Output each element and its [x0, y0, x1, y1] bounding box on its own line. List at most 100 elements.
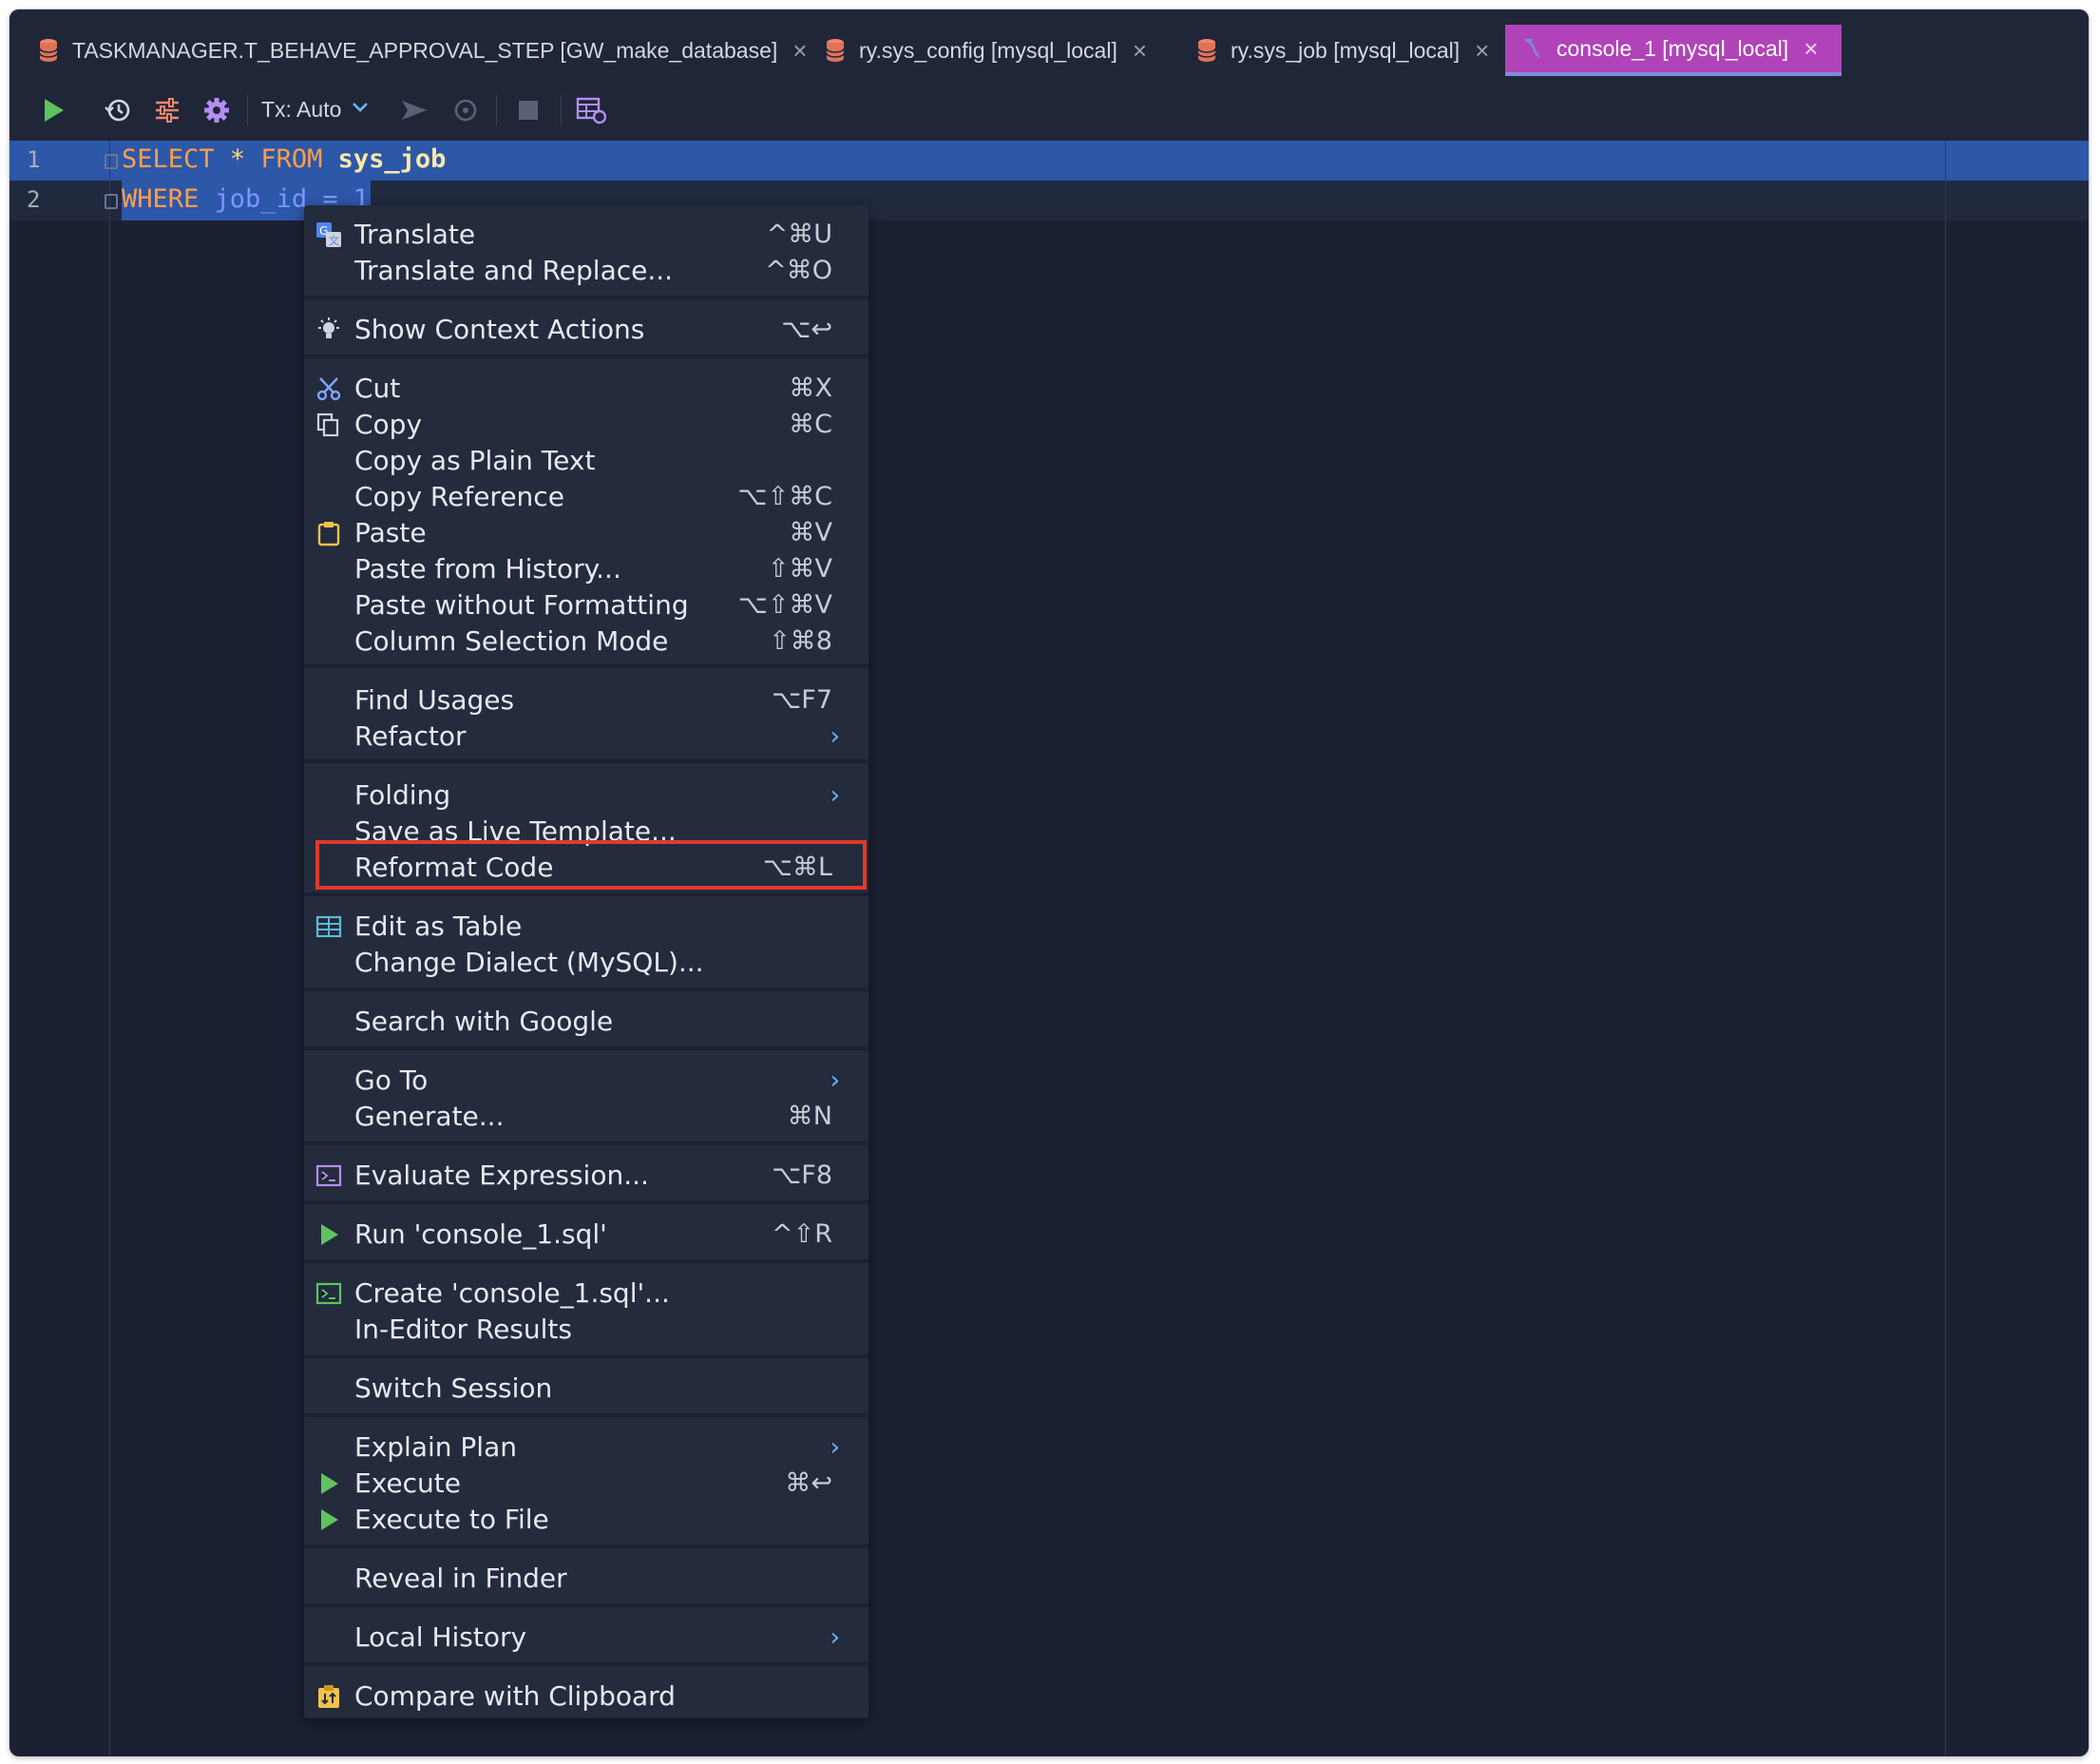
stop-icon — [519, 101, 538, 120]
menu-item-column-selection-mode[interactable]: Column Selection Mode ⇧⌘8 — [304, 623, 869, 660]
menu-item-in-editor-results[interactable]: In-Editor Results — [304, 1312, 869, 1348]
menu-item-copy-as-plain-text[interactable]: Copy as Plain Text — [304, 443, 869, 479]
fold-marker-icon[interactable] — [105, 154, 118, 169]
menu-separator — [304, 1200, 869, 1204]
menu-item-label: Execute — [354, 1467, 461, 1499]
menu-item-refactor[interactable]: Refactor › — [304, 719, 869, 755]
table-view-button[interactable] — [576, 95, 606, 125]
close-icon[interactable]: × — [1804, 34, 1818, 64]
svg-text:文: 文 — [329, 234, 339, 247]
menu-item-find-usages[interactable]: Find Usages ⌥F7 — [304, 682, 869, 719]
transaction-mode-dropdown[interactable]: Tx: Auto — [261, 97, 341, 123]
menu-item-shortcut: ^⌘U — [766, 220, 832, 249]
tab-console-1[interactable]: console_1 [mysql_local] × — [1505, 25, 1842, 76]
menu-item-search-with-google[interactable]: Search with Google — [304, 1004, 869, 1040]
database-icon — [39, 39, 58, 62]
menu-item-change-dialect-mysql[interactable]: Change Dialect (MySQL)... — [304, 945, 869, 981]
menu-item-label: Execute to File — [354, 1504, 549, 1535]
menu-item-shortcut: ^⇧R — [771, 1219, 832, 1249]
menu-item-copy-reference[interactable]: Copy Reference ⌥⇧⌘C — [304, 479, 869, 515]
menu-item-label: Evaluate Expression... — [354, 1160, 649, 1191]
stop-button[interactable] — [513, 95, 544, 125]
menu-item-folding[interactable]: Folding › — [304, 777, 869, 814]
send-icon — [402, 101, 427, 120]
table-icon — [315, 913, 342, 940]
code-line-1[interactable]: SELECT * FROM sys_job — [122, 144, 446, 174]
execute-button[interactable] — [38, 95, 68, 125]
menu-item-shortcut: ⌘N — [787, 1102, 832, 1131]
editor-toolbar: Tx: Auto — [10, 78, 2089, 142]
menu-item-go-to[interactable]: Go To › — [304, 1063, 869, 1099]
menu-item-reveal-in-finder[interactable]: Reveal in Finder — [304, 1561, 869, 1597]
right-margin-guide — [1945, 141, 1946, 1756]
menu-item-show-context-actions[interactable]: Show Context Actions ⌥↩ — [304, 312, 869, 348]
menu-item-label: Translate — [354, 219, 476, 250]
menu-item-shortcut: ⌘↩ — [785, 1468, 832, 1498]
chevron-right-icon: › — [830, 781, 840, 810]
wildcard: * — [229, 144, 246, 174]
menu-item-paste-from-history[interactable]: Paste from History... ⇧⌘V — [304, 551, 869, 587]
menu-item-label: Create 'console_1.sql'... — [354, 1277, 670, 1309]
menu-separator — [304, 892, 869, 896]
menu-item-switch-session[interactable]: Switch Session — [304, 1371, 869, 1407]
menu-item-compare-with-clipboard[interactable]: Compare with Clipboard — [304, 1678, 869, 1715]
menu-item-evaluate-expression[interactable]: Evaluate Expression... ⌥F8 — [304, 1158, 869, 1194]
terminal-icon — [315, 1280, 342, 1307]
menu-item-label: Search with Google — [354, 1006, 614, 1037]
menu-item-label: Local History — [354, 1621, 527, 1653]
menu-item-execute-to-file[interactable]: Execute to File — [304, 1502, 869, 1538]
run-icon — [315, 1221, 342, 1248]
menu-item-copy[interactable]: Copy ⌘C — [304, 407, 869, 443]
rollback-button[interactable] — [450, 95, 481, 125]
chevron-down-icon[interactable] — [352, 101, 369, 114]
tab-label: TASKMANAGER.T_BEHAVE_APPROVAL_STEP [GW_m… — [72, 37, 778, 63]
menu-item-cut[interactable]: Cut ⌘X — [304, 371, 869, 407]
menu-item-explain-plan[interactable]: Explain Plan › — [304, 1429, 869, 1466]
menu-item-edit-as-table[interactable]: Edit as Table — [304, 909, 869, 945]
menu-item-shortcut: ⇧⌘V — [767, 554, 832, 584]
run-icon — [315, 1506, 342, 1533]
close-icon[interactable]: × — [792, 36, 807, 66]
tab-sys-config[interactable]: ry.sys_config [mysql_local] × — [825, 25, 1147, 76]
tab-label: ry.sys_job [mysql_local] — [1231, 37, 1460, 63]
menu-item-label: Paste — [354, 517, 427, 548]
menu-item-label: Switch Session — [354, 1372, 553, 1404]
menu-item-shortcut: ⌘V — [789, 518, 832, 547]
tab-sys-job[interactable]: ry.sys_job [mysql_local] × — [1196, 25, 1489, 76]
menu-item-generate[interactable]: Generate... ⌘N — [304, 1099, 869, 1135]
editor-tab-bar: TASKMANAGER.T_BEHAVE_APPROVAL_STEP [GW_m… — [10, 10, 2089, 79]
menu-item-translate-and-replace[interactable]: Translate and Replace... ^⌘O — [304, 253, 869, 289]
menu-item-label: Compare with Clipboard — [354, 1680, 676, 1712]
keyword: SELECT — [122, 144, 215, 174]
menu-separator — [304, 296, 869, 299]
menu-item-paste-without-formatting[interactable]: Paste without Formatting ⌥⇧⌘V — [304, 587, 869, 623]
menu-item-shortcut: ⌥F7 — [772, 685, 832, 715]
close-icon[interactable]: × — [1475, 36, 1489, 66]
menu-item-label: Cut — [354, 373, 401, 404]
commit-button[interactable] — [399, 95, 430, 125]
menu-item-shortcut: ⌘C — [789, 410, 832, 439]
console-icon — [1524, 38, 1540, 58]
tab-taskmanager[interactable]: TASKMANAGER.T_BEHAVE_APPROVAL_STEP [GW_m… — [38, 25, 807, 76]
menu-item-label: Refactor — [354, 720, 467, 752]
menu-item-translate[interactable]: G 文 Translate ^⌘U — [304, 217, 869, 253]
menu-item-local-history[interactable]: Local History › — [304, 1620, 869, 1656]
fold-marker-icon[interactable] — [105, 194, 118, 209]
annotation-highlight-box — [315, 840, 867, 890]
column-identifier: job_id — [214, 184, 308, 214]
lightbulb-icon — [315, 316, 342, 343]
menu-item-run-console-1-sql[interactable]: Run 'console_1.sql' ^⇧R — [304, 1217, 869, 1253]
chevron-right-icon: › — [830, 1433, 840, 1462]
gutter-divider — [109, 141, 110, 1756]
close-icon[interactable]: × — [1133, 36, 1147, 66]
gear-icon — [204, 98, 229, 123]
menu-item-label: Paste from History... — [354, 553, 621, 585]
menu-item-paste[interactable]: Paste ⌘V — [304, 515, 869, 551]
history-button[interactable] — [103, 95, 133, 125]
settings-sliders-button[interactable] — [152, 95, 182, 125]
menu-item-execute[interactable]: Execute ⌘↩ — [304, 1466, 869, 1502]
settings-button[interactable] — [201, 95, 232, 125]
menu-separator — [304, 1544, 869, 1548]
menu-item-create-console-1-sql[interactable]: Create 'console_1.sql'... — [304, 1275, 869, 1312]
menu-item-shortcut: ^⌘O — [765, 256, 832, 285]
